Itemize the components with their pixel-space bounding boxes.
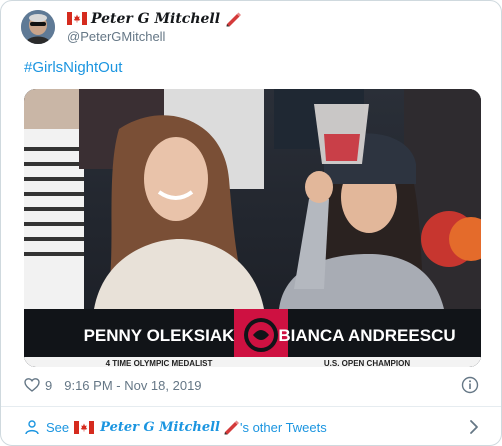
author-handle[interactable]: @PeterGMitchell	[67, 29, 242, 44]
canada-flag-icon	[74, 420, 95, 434]
heart-icon[interactable]	[24, 377, 40, 393]
tweet-header: Peter G Mitchell @PeterGMitchell	[21, 7, 242, 47]
tweet-meta-row: 9 9:16 PM - Nov 18, 2019	[24, 375, 481, 395]
chevron-right-icon	[467, 419, 481, 435]
tweet-media-image[interactable]: PENNY OLEKSIAK BIANCA ANDREESCU 4 TIME O…	[24, 89, 481, 367]
media-left-subcaption: 4 TIME OLYMPIC MEDALIST	[106, 359, 213, 367]
person-icon	[24, 419, 40, 435]
see-prefix-text: See	[46, 419, 70, 435]
media-left-caption: PENNY OLEKSIAK	[84, 326, 236, 345]
see-suffix-text: 's other Tweets	[239, 419, 327, 435]
pencil-icon	[222, 419, 240, 435]
footer-divider	[1, 406, 501, 407]
info-icon[interactable]	[461, 376, 479, 394]
like-count[interactable]: 9	[45, 378, 52, 393]
see-author-name: Peter G Mitchell	[100, 419, 220, 435]
tweet-card: Peter G Mitchell @PeterGMitchell #GirlsN…	[0, 0, 502, 446]
media-right-subcaption: U.S. OPEN CHAMPION	[324, 359, 410, 367]
see-other-tweets-link[interactable]: See Peter G Mitchell 's other Tweets	[24, 417, 481, 437]
author-display-name[interactable]: Peter G Mitchell	[67, 11, 242, 27]
media-right-caption: BIANCA ANDREESCU	[278, 326, 455, 345]
pencil-icon	[224, 11, 242, 27]
author-name-text: Peter G Mitchell	[91, 10, 221, 27]
tweet-timestamp[interactable]: 9:16 PM - Nov 18, 2019	[64, 378, 201, 393]
canada-flag-icon	[67, 12, 87, 25]
author-names: Peter G Mitchell @PeterGMitchell	[67, 11, 242, 44]
avatar[interactable]	[21, 10, 55, 44]
hashtag-link[interactable]: #GirlsNightOut	[24, 59, 122, 76]
